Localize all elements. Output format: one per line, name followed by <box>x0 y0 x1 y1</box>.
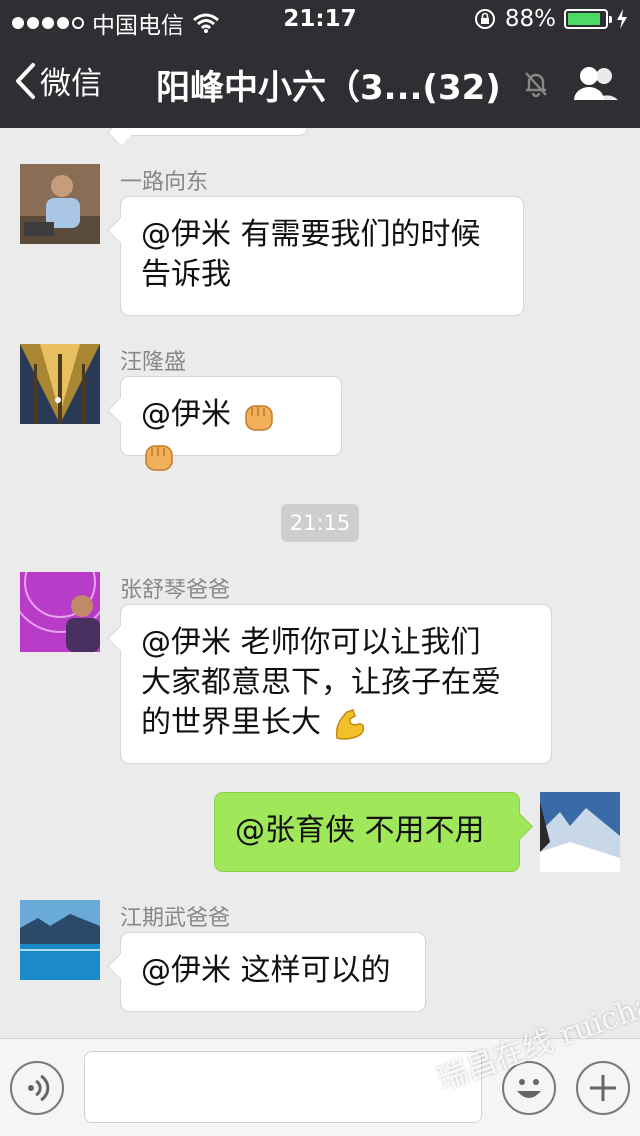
fist-emoji <box>145 444 173 471</box>
avatar[interactable] <box>20 164 100 244</box>
avatar[interactable] <box>20 572 100 652</box>
battery-icon <box>564 9 612 29</box>
fist-emoji <box>244 404 273 431</box>
message-bubble[interactable]: @伊米 <box>120 376 342 471</box>
message-bubble-partial[interactable] <box>120 128 308 136</box>
chat-title: 阳峰中小六（3...(32) <box>156 68 501 108</box>
battery-percent: 88% <box>504 6 556 32</box>
more-button[interactable] <box>576 1061 630 1115</box>
message-text-line: @伊米 这样可以的 <box>141 953 391 988</box>
message-text-line: @伊米 <box>141 397 231 432</box>
sender-name: 一路向东 <box>120 170 209 195</box>
mute-bell-icon <box>525 72 547 98</box>
timestamp: 21:15 <box>281 504 359 542</box>
message-text-line: @张育侠 不用不用 <box>235 813 485 848</box>
chat-list[interactable]: 一路向东 @伊米 有需要我们的时候 告诉我 汪隆盛 @伊米 21:15 张舒琴爸… <box>0 128 640 1038</box>
message-text-line: 告诉我 <box>141 257 231 292</box>
charging-icon <box>617 9 627 29</box>
message-text-line: @伊米 老师你可以让我们 <box>141 625 481 660</box>
flexed-biceps-emoji <box>335 708 364 740</box>
message-text-line: 的世界里长大 <box>141 705 321 740</box>
plus-icon <box>590 1075 616 1101</box>
message-text-line: 大家都意思下，让孩子在爱 <box>141 665 501 700</box>
avatar[interactable] <box>20 344 100 424</box>
status-bar: 中国电信 21:17 88% <box>0 0 640 40</box>
avatar[interactable] <box>540 792 620 872</box>
sender-name: 汪隆盛 <box>120 350 187 375</box>
back-button[interactable]: 微信 <box>14 58 102 103</box>
message-bubble[interactable]: @伊米 有需要我们的时候 告诉我 <box>120 196 524 316</box>
voice-icon <box>28 1074 50 1102</box>
message-bubble[interactable]: @张育侠 不用不用 <box>214 792 520 872</box>
message-input[interactable] <box>84 1051 482 1123</box>
group-members-icon[interactable] <box>572 64 620 104</box>
status-right: 88% <box>473 6 628 32</box>
message-bubble[interactable]: @伊米 老师你可以让我们 大家都意思下，让孩子在爱 的世界里长大 <box>120 604 552 764</box>
sender-name: 张舒琴爸爸 <box>120 578 231 603</box>
nav-bar: 微信 阳峰中小六（3...(32) <box>0 40 640 128</box>
rotation-lock-icon <box>474 9 495 29</box>
avatar[interactable] <box>20 900 100 980</box>
message-text-line: @伊米 有需要我们的时候 <box>141 217 481 252</box>
sender-name: 江期武爸爸 <box>120 906 231 931</box>
message-bubble[interactable]: @伊米 这样可以的 <box>120 932 426 1012</box>
voice-button[interactable] <box>10 1061 64 1115</box>
back-label: 微信 <box>40 66 102 102</box>
chevron-left-icon <box>16 62 35 99</box>
